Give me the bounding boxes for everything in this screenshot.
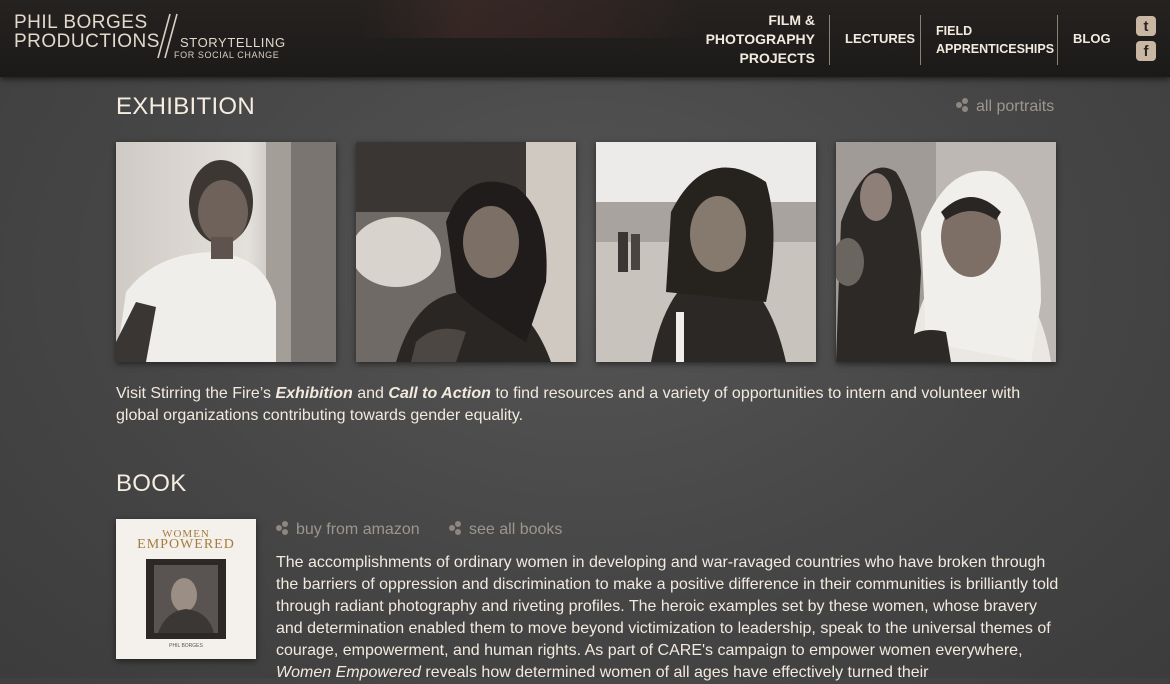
portrait-2-image [356, 142, 576, 362]
book-title-inline: Women Empowered [276, 664, 421, 681]
logo-tagline: STORYTELLING [180, 35, 286, 50]
book-cover-title-2: EMPOWERED [137, 537, 235, 552]
buy-from-amazon-label: buy from amazon [296, 521, 420, 538]
nav-lectures[interactable]: LECTURES [845, 30, 915, 48]
dots-icon [276, 521, 290, 535]
exhibition-link[interactable]: Exhibition [275, 385, 352, 402]
exhibition-heading: EXHIBITION [116, 93, 256, 120]
nav-field-apprenticeships[interactable]: FIELD APPRENTICESHIPS [936, 22, 1054, 58]
nav-film-line-3: PROJECTS [739, 50, 815, 66]
nav-film-line-2: PHOTOGRAPHY [705, 31, 815, 47]
nav-film-photography-projects[interactable]: FILM & PHOTOGRAPHY PROJECTS [700, 11, 815, 68]
exhibition-text-pre: Visit Stirring the Fire’s [116, 385, 276, 402]
site-logo[interactable]: PHIL BORGES PRODUCTIONS STORYTELLING FOR… [14, 12, 294, 62]
header-banner-photo [360, 0, 700, 38]
portrait-3[interactable] [596, 142, 816, 362]
buy-from-amazon-link[interactable]: buy from amazon [276, 521, 420, 539]
nav-field-line-2: APPRENTICESHIPS [936, 42, 1055, 56]
nav-divider [829, 15, 830, 65]
all-portraits-link[interactable]: all portraits [956, 98, 1054, 116]
book-cover-author: PHIL BORGES [169, 643, 203, 649]
portrait-4-image [836, 142, 1056, 362]
nav-divider [1057, 15, 1058, 65]
book-heading: BOOK [116, 470, 187, 497]
book-text-tail: reveals how determined women of all ages… [420, 664, 929, 681]
all-portraits-label: all portraits [976, 98, 1055, 115]
twitter-icon[interactable]: t [1136, 16, 1156, 36]
portrait-1[interactable] [116, 142, 336, 362]
nav-divider [920, 15, 921, 65]
dots-icon [449, 521, 463, 535]
nav-field-line-1: FIELD [936, 24, 973, 38]
portrait-3-image [596, 142, 816, 362]
logo-tagline-sub: FOR SOCIAL CHANGE [174, 50, 280, 60]
logo-line-2: PRODUCTIONS [14, 31, 160, 52]
facebook-icon[interactable]: f [1136, 41, 1156, 61]
portrait-1-image [116, 142, 336, 362]
nav-blog[interactable]: BLOG [1073, 30, 1111, 48]
exhibition-text-and: and [352, 385, 389, 402]
book-text-main: The accomplishments of ordinary women in… [276, 554, 1059, 659]
book-cover[interactable]: WOMEN EMPOWERED PHIL BORGES [116, 519, 256, 659]
site-header: PHIL BORGES PRODUCTIONS STORYTELLING FOR… [0, 0, 1170, 77]
book-description: The accomplishments of ordinary women in… [276, 552, 1066, 684]
exhibition-description: Visit Stirring the Fire’s Exhibition and… [116, 383, 1066, 427]
see-all-books-label: see all books [469, 521, 563, 538]
nav-film-line-1: FILM & [768, 12, 815, 28]
book-cover-photo [146, 559, 226, 639]
portrait-4[interactable] [836, 142, 1056, 362]
call-to-action-link[interactable]: Call to Action [388, 385, 491, 402]
dots-icon [956, 98, 970, 112]
see-all-books-link[interactable]: see all books [449, 521, 562, 539]
portrait-2[interactable] [356, 142, 576, 362]
